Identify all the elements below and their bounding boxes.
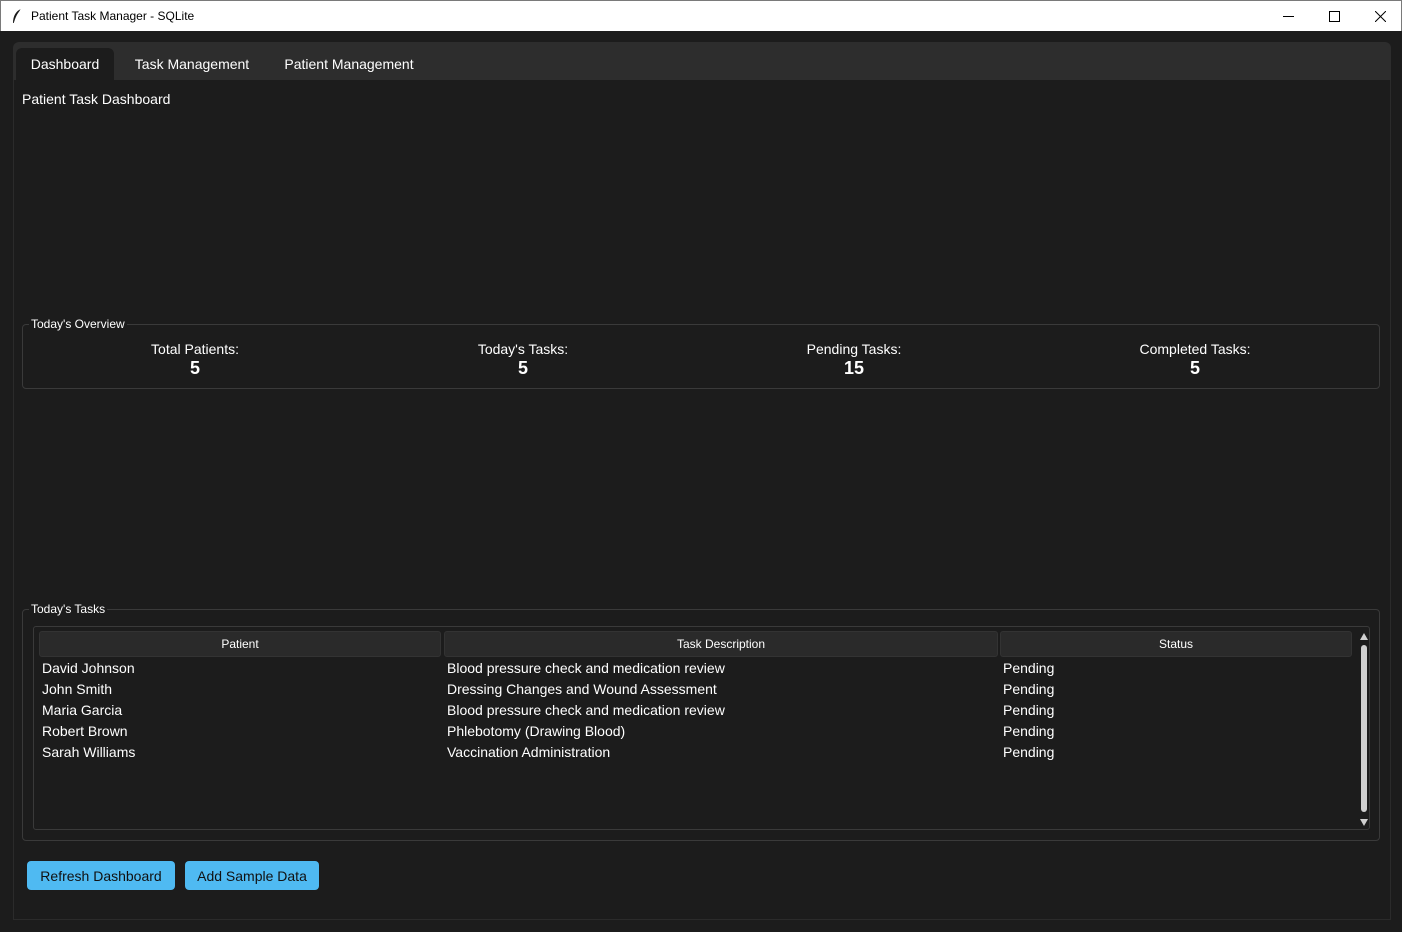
minimize-icon: [1282, 15, 1294, 17]
maximize-button[interactable]: [1311, 1, 1357, 31]
cell-status: Pending: [1003, 681, 1055, 697]
stat-label: Today's Tasks:: [477, 341, 569, 357]
cell-patient: John Smith: [42, 681, 113, 697]
table-row[interactable]: Sarah Williams Vaccination Administratio…: [34, 742, 1354, 763]
stat-label: Completed Tasks:: [1139, 341, 1251, 357]
stat-todays-tasks: Today's Tasks: 5: [413, 341, 633, 379]
cell-patient: Robert Brown: [42, 723, 128, 739]
cell-status: Pending: [1003, 660, 1055, 676]
stat-completed-tasks: Completed Tasks: 5: [1085, 341, 1305, 379]
cell-task: Vaccination Administration: [447, 744, 611, 760]
close-button[interactable]: [1357, 1, 1402, 31]
cell-task: Blood pressure check and medication revi…: [447, 702, 725, 718]
tasks-table[interactable]: Patient Task Description Status David Jo…: [33, 626, 1370, 830]
table-row[interactable]: Robert Brown Phlebotomy (Drawing Blood) …: [34, 721, 1354, 742]
cell-task: Phlebotomy (Drawing Blood): [447, 723, 626, 739]
scroll-down-arrow-icon[interactable]: [1360, 819, 1368, 826]
table-row[interactable]: David Johnson Blood pressure check and m…: [34, 658, 1354, 679]
cell-patient: Sarah Williams: [42, 744, 136, 760]
tab-patient-management[interactable]: Patient Management: [269, 48, 429, 80]
app-client-area: Dashboard Task Management Patient Manage…: [1, 31, 1401, 931]
stat-total-patients: Total Patients: 5: [85, 341, 305, 379]
tab-bar: Dashboard Task Management Patient Manage…: [13, 42, 1391, 80]
cell-status: Pending: [1003, 744, 1055, 760]
stat-pending-tasks: Pending Tasks: 15: [744, 341, 964, 379]
overview-group: Today's Overview Total Patients: 5 Today…: [22, 317, 1380, 389]
cell-status: Pending: [1003, 723, 1055, 739]
stat-label: Total Patients:: [151, 341, 239, 357]
scroll-up-arrow-icon[interactable]: [1360, 633, 1368, 640]
todays-tasks-group: Today's Tasks Patient Task Description S…: [22, 602, 1380, 841]
stat-label: Pending Tasks:: [806, 341, 902, 357]
table-row[interactable]: John Smith Dressing Changes and Wound As…: [34, 679, 1354, 700]
cell-task: Dressing Changes and Wound Assessment: [447, 681, 717, 697]
stat-value: 5: [517, 358, 528, 378]
column-header-patient[interactable]: Patient: [39, 631, 441, 657]
column-header-task-description[interactable]: Task Description: [444, 631, 998, 657]
add-sample-data-button[interactable]: Add Sample Data: [185, 861, 319, 890]
column-header-status[interactable]: Status: [1000, 631, 1352, 657]
todays-tasks-label: Today's Tasks: [29, 602, 108, 616]
stat-value: 5: [1189, 358, 1200, 378]
cell-patient: David Johnson: [42, 660, 135, 676]
overview-label: Today's Overview: [29, 317, 127, 331]
refresh-dashboard-button[interactable]: Refresh Dashboard: [27, 861, 175, 890]
cell-patient: Maria Garcia: [42, 702, 123, 718]
window-title: Patient Task Manager - SQLite: [31, 9, 195, 23]
maximize-icon: [1328, 10, 1340, 22]
page-title: Patient Task Dashboard: [22, 91, 171, 107]
vertical-scrollbar[interactable]: [1361, 645, 1367, 812]
feather-icon: [13, 8, 22, 24]
tab-dashboard[interactable]: Dashboard: [16, 48, 114, 80]
close-icon: [1374, 10, 1386, 22]
table-row[interactable]: Maria Garcia Blood pressure check and me…: [34, 700, 1354, 721]
cell-task: Blood pressure check and medication revi…: [447, 660, 725, 676]
stat-value: 15: [843, 358, 865, 378]
stat-value: 5: [189, 358, 200, 378]
tab-task-management[interactable]: Task Management: [118, 48, 266, 80]
window-titlebar: Patient Task Manager - SQLite: [0, 0, 1402, 31]
cell-status: Pending: [1003, 702, 1055, 718]
minimize-button[interactable]: [1265, 1, 1311, 31]
